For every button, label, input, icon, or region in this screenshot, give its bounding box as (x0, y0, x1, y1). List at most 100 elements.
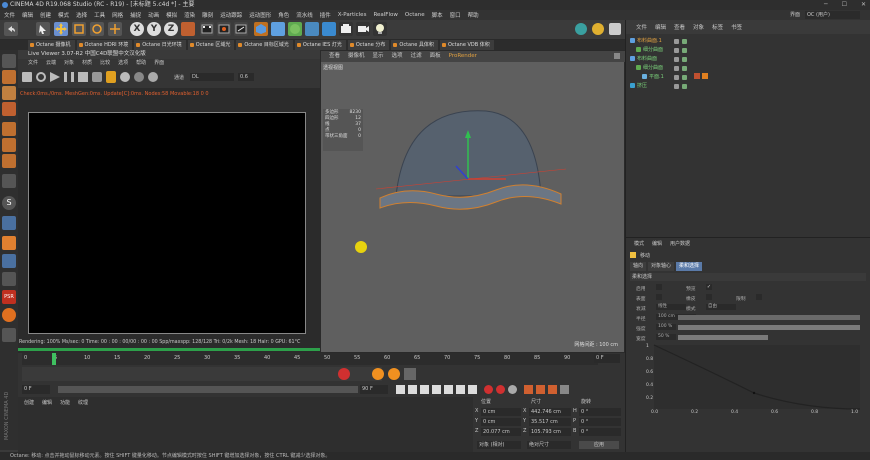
material-menu-item[interactable]: 纹理 (78, 399, 88, 406)
scale-tool-icon[interactable] (72, 22, 86, 36)
material-menu-item[interactable]: 功能 (60, 399, 70, 406)
polygons-mode-icon[interactable] (2, 154, 16, 168)
lv-menu-item[interactable]: 选项 (118, 59, 128, 68)
menu-item[interactable]: 角色 (278, 11, 289, 19)
axis-mode-icon[interactable] (2, 174, 16, 188)
key-pos-icon[interactable] (404, 368, 416, 380)
prev-key-icon[interactable] (408, 385, 417, 394)
menu-item[interactable]: 创建 (40, 11, 51, 19)
tag-icon[interactable] (702, 73, 708, 79)
go-start-icon[interactable] (396, 385, 405, 394)
live-select-icon[interactable] (36, 22, 50, 36)
transform-tool-icon[interactable] (108, 22, 122, 36)
preview-checkbox[interactable]: ✓ (706, 284, 712, 290)
array-object-icon[interactable] (305, 22, 319, 36)
render-check-icon[interactable] (682, 84, 687, 89)
lv-menu-item[interactable]: 比较 (100, 59, 110, 68)
rubber-checkbox[interactable] (706, 294, 712, 300)
object-menu-item[interactable]: 查看 (674, 23, 685, 31)
material-menu-item[interactable]: 创建 (24, 399, 34, 406)
rotation-field[interactable]: 0 ° (579, 408, 621, 416)
rotation-field[interactable]: 0 ° (579, 418, 621, 426)
record-keys-icon[interactable] (338, 368, 350, 380)
octane-tab[interactable]: Octane 区域光 (187, 40, 235, 50)
octane-tab[interactable]: Octane 分布 (347, 40, 390, 50)
menu-item[interactable]: 渲染 (184, 11, 195, 19)
restart-render-icon[interactable] (36, 72, 46, 82)
lv-menu-item[interactable]: 文件 (28, 59, 38, 68)
menu-item[interactable]: 窗口 (450, 11, 461, 19)
pause-icon[interactable] (64, 72, 74, 82)
object-row[interactable]: 平面.1 (642, 73, 687, 81)
subdivision-surface-icon[interactable] (288, 22, 302, 36)
menu-item[interactable]: 捕捉 (130, 11, 141, 19)
key-rotate-icon[interactable] (548, 385, 557, 394)
channel-value-field[interactable]: 0.6 (238, 73, 254, 81)
object-row[interactable]: 布料曲面.1 (630, 37, 687, 45)
pick-material-icon[interactable] (134, 72, 144, 82)
menu-item[interactable]: X-Particles (338, 12, 367, 18)
settings-icon[interactable] (92, 72, 102, 82)
menu-item[interactable]: 插件 (320, 11, 331, 19)
x-axis-lock-icon[interactable]: X (130, 22, 144, 36)
lock-render-icon[interactable] (106, 71, 116, 83)
size-field[interactable]: 442.746 cm (529, 408, 571, 416)
timeline-end-field[interactable]: 0 F (594, 354, 620, 363)
limit-checkbox[interactable] (756, 294, 762, 300)
render-region-icon[interactable] (2, 328, 16, 342)
maximize-button[interactable]: ☐ (842, 0, 847, 10)
perspective-viewport[interactable]: 查看 摄像机 显示 选项 过滤 面板 ProRender 透视视图 多边形 8230 四边形 12… (320, 50, 634, 353)
object-row[interactable]: 挤压 (630, 82, 687, 90)
texture-mode-icon[interactable] (2, 86, 16, 100)
render-settings-icon[interactable] (234, 22, 248, 36)
menu-item[interactable]: 脚本 (432, 11, 443, 19)
attribute-tab[interactable]: 轴向 (630, 262, 647, 271)
lv-menu-item[interactable]: 材质 (82, 59, 92, 68)
menu-item[interactable]: 雕刻 (202, 11, 213, 19)
octane-tab[interactable]: Octane 日光环境 (134, 40, 186, 50)
octane-sphere-icon[interactable] (575, 23, 587, 35)
stop-icon[interactable] (78, 72, 88, 82)
solo-icon[interactable] (2, 236, 16, 250)
octane-tab[interactable]: Octane IES 灯光 (294, 40, 346, 50)
play-forward-icon[interactable] (432, 385, 441, 394)
send-scene-icon[interactable] (22, 72, 32, 82)
surface-checkbox[interactable] (656, 294, 662, 300)
menu-item[interactable]: Octane (405, 12, 425, 18)
z-axis-lock-icon[interactable]: Z (164, 22, 178, 36)
deformer-icon[interactable] (322, 22, 336, 36)
viewport-menu-item[interactable]: 摄像机 (348, 51, 365, 62)
render-check-icon[interactable] (682, 66, 687, 71)
visibility-icon[interactable] (674, 66, 679, 71)
layers-icon[interactable] (2, 254, 16, 268)
make-editable-icon[interactable] (2, 54, 16, 68)
position-field[interactable]: 20.077 cm (481, 428, 521, 436)
workplane-icon[interactable] (2, 102, 16, 116)
workplane-lock-icon[interactable] (2, 216, 16, 230)
object-row[interactable]: 细分曲面 (636, 46, 687, 54)
size-field[interactable]: 35.517 cm (529, 418, 571, 426)
play-icon[interactable] (50, 72, 60, 82)
render-check-icon[interactable] (682, 39, 687, 44)
viewport-menu-item[interactable]: 显示 (373, 51, 384, 62)
edges-mode-icon[interactable] (2, 138, 16, 152)
camera-icon[interactable] (356, 22, 370, 36)
menu-item[interactable]: 帮助 (468, 11, 479, 19)
viewport-menu-item[interactable]: 过滤 (411, 51, 422, 62)
go-end-icon[interactable] (468, 385, 477, 394)
coordinate-system-icon[interactable] (181, 22, 195, 36)
lv-menu-item[interactable]: 对象 (64, 59, 74, 68)
octane-tab[interactable]: Octane 具体积 (391, 40, 438, 50)
object-row[interactable]: 细分曲面 (636, 64, 687, 72)
viewport-menu-item[interactable]: 面板 (430, 51, 441, 62)
autokey-record-icon[interactable] (496, 385, 505, 394)
render-view-icon[interactable] (200, 22, 214, 36)
object-menu-item[interactable]: 对象 (693, 23, 704, 31)
minimize-button[interactable]: ─ (824, 0, 828, 10)
octane-tab[interactable]: Octane 目标区域光 (236, 40, 293, 50)
octane-tab[interactable]: Octane VDB 体积 (439, 40, 494, 50)
viewport-maximize-icon[interactable] (614, 53, 620, 59)
octane-plugin-icon[interactable] (2, 308, 16, 322)
object-row[interactable]: 布料曲面 (630, 55, 687, 63)
snap-icon[interactable]: S (2, 196, 16, 210)
